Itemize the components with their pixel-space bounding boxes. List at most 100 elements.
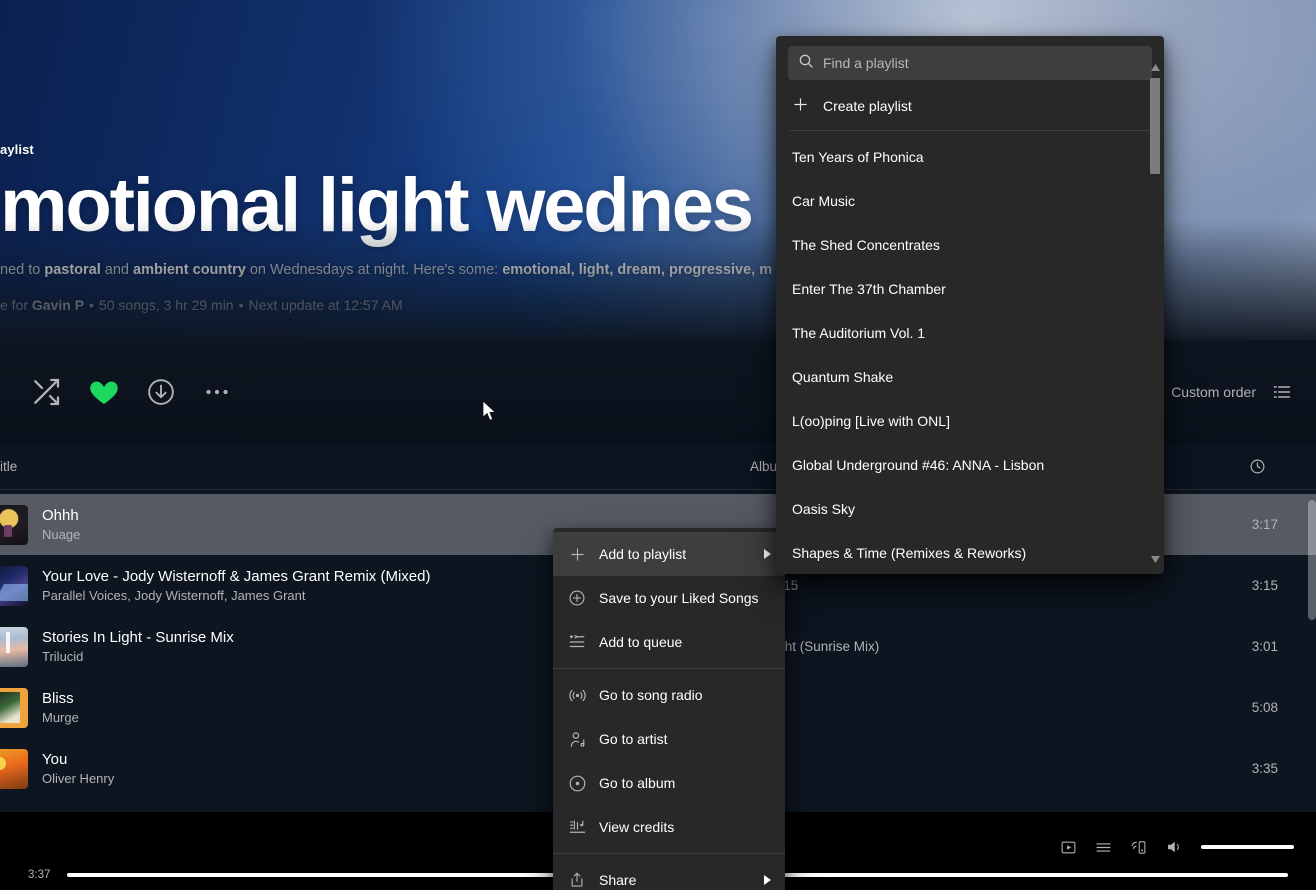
playlist-name: Oasis Sky <box>792 501 855 517</box>
list-item[interactable]: Car Music <box>776 179 1164 223</box>
playlist-owner[interactable]: Gavin P <box>32 297 84 313</box>
playlist-search-box[interactable] <box>788 46 1152 80</box>
credits-icon <box>567 817 587 837</box>
search-input[interactable] <box>823 55 1142 71</box>
track-duration: 3:15 <box>1172 578 1282 593</box>
desc-part-1: ned to <box>0 262 44 278</box>
meta-prefix: e for <box>0 297 32 313</box>
list-item[interactable]: Quantum Shake <box>776 355 1164 399</box>
track-duration: 3:01 <box>1172 639 1282 654</box>
volume-icon[interactable] <box>1165 838 1183 856</box>
list-item[interactable]: Enter The 37th Chamber <box>776 267 1164 311</box>
playlist-name: Car Music <box>792 193 855 209</box>
search-icon <box>798 53 814 74</box>
submenu-scrollbar[interactable] <box>1149 74 1161 552</box>
column-header-duration[interactable] <box>1170 458 1282 475</box>
album-art <box>0 566 28 606</box>
menu-item-save-to-liked-songs[interactable]: Save to your Liked Songs <box>553 576 785 620</box>
radio-icon <box>567 685 587 705</box>
album-icon <box>567 773 587 793</box>
list-item[interactable]: Ten Years of Phonica <box>776 135 1164 179</box>
menu-item-go-to-song-radio[interactable]: Go to song radio <box>553 673 785 717</box>
menu-item-label: View credits <box>599 819 773 835</box>
menu-item-view-credits[interactable]: View credits <box>553 805 785 849</box>
list-item[interactable]: Shapes & Time (Remixes & Reworks) <box>776 531 1164 574</box>
menu-item-label: Save to your Liked Songs <box>599 590 773 606</box>
menu-item-label: Go to album <box>599 775 773 791</box>
meta-sep-2: • <box>234 297 249 313</box>
playlist-results-list: Ten Years of Phonica Car Music The Shed … <box>776 131 1164 574</box>
desc-bold-2: ambient country <box>133 262 246 278</box>
more-options-button[interactable] <box>202 377 232 407</box>
album-art <box>0 688 28 728</box>
list-item[interactable]: Global Underground #46: ANNA - Lisbon <box>776 443 1164 487</box>
scrollbar-thumb[interactable] <box>1150 78 1160 174</box>
track-duration: 5:08 <box>1172 700 1282 715</box>
menu-item-label: Go to song radio <box>599 687 773 703</box>
playlist-name: The Shed Concentrates <box>792 237 940 253</box>
list-item[interactable]: L(oo)ping [Live with ONL] <box>776 399 1164 443</box>
download-button[interactable] <box>146 377 176 407</box>
desc-bold-1: pastoral <box>44 262 100 278</box>
track-duration: 3:35 <box>1172 761 1282 776</box>
menu-item-go-to-artist[interactable]: Go to artist <box>553 717 785 761</box>
menu-item-go-to-album[interactable]: Go to album <box>553 761 785 805</box>
create-playlist-label: Create playlist <box>823 98 912 114</box>
add-to-queue-icon <box>567 632 587 652</box>
add-to-playlist-submenu: Create playlist Ten Years of Phonica Car… <box>776 36 1164 574</box>
album-art <box>0 627 28 667</box>
desc-tags: emotional, light, dream, progressive, m <box>502 262 772 278</box>
playlist-search-wrapper <box>776 36 1164 84</box>
track-context-menu: Add to playlist Save to your Liked Songs… <box>553 528 785 890</box>
track-list-scrollbar[interactable] <box>1308 500 1316 620</box>
playlist-name: Ten Years of Phonica <box>792 149 924 165</box>
album-art <box>0 749 28 789</box>
meta-sep-1: • <box>84 297 99 313</box>
volume-fill <box>1201 845 1294 849</box>
chevron-right-icon <box>761 874 773 886</box>
list-view-button[interactable] <box>1272 382 1292 402</box>
playlist-song-count: 50 songs, 3 hr 29 min <box>99 297 234 313</box>
album-art <box>0 505 28 545</box>
playlist-name: Quantum Shake <box>792 369 893 385</box>
menu-item-share[interactable]: Share <box>553 858 785 890</box>
plus-circle-icon <box>567 588 587 608</box>
playlist-next-update: Next update at 12:57 AM <box>249 297 403 313</box>
playlist-name: The Auditorium Vol. 1 <box>792 325 925 341</box>
list-item[interactable]: The Auditorium Vol. 1 <box>776 311 1164 355</box>
column-header-title[interactable]: itle <box>0 459 750 474</box>
sort-order-label[interactable]: Custom order <box>1171 384 1256 400</box>
menu-item-add-to-playlist[interactable]: Add to playlist <box>553 532 785 576</box>
volume-slider[interactable] <box>1201 845 1294 849</box>
menu-divider <box>553 853 785 854</box>
scroll-up-arrow-icon[interactable] <box>1149 62 1161 72</box>
shuffle-button[interactable] <box>30 376 62 408</box>
like-button[interactable] <box>88 376 120 408</box>
scroll-down-arrow-icon[interactable] <box>1149 554 1161 564</box>
player-right-controls <box>1060 838 1294 856</box>
menu-item-add-to-queue[interactable]: Add to queue <box>553 620 785 664</box>
artist-icon <box>567 729 587 749</box>
create-playlist-button[interactable]: Create playlist <box>776 84 1164 128</box>
playlist-name: Enter The 37th Chamber <box>792 281 946 297</box>
plus-icon <box>792 96 809 116</box>
share-icon <box>567 870 587 890</box>
list-item[interactable]: Oasis Sky <box>776 487 1164 531</box>
menu-item-label: Add to queue <box>599 634 773 650</box>
spotify-app-window: aylist motional light wednes ned to past… <box>0 0 1316 890</box>
menu-divider <box>553 668 785 669</box>
connect-to-device-button[interactable] <box>1130 839 1147 856</box>
desc-part-3: on Wednesdays at night. Here's some: <box>246 262 502 278</box>
menu-item-label: Add to playlist <box>599 546 761 562</box>
now-playing-view-button[interactable] <box>1060 839 1077 856</box>
list-item[interactable]: The Shed Concentrates <box>776 223 1164 267</box>
track-album[interactable]: r - EP <box>742 761 1112 776</box>
track-title[interactable]: Ohhh <box>42 507 742 524</box>
playlist-name: Global Underground #46: ANNA - Lisbon <box>792 457 1044 473</box>
menu-item-label: Go to artist <box>599 731 773 747</box>
track-duration: 3:17 <box>1172 517 1282 532</box>
track-album[interactable]: adeep 15 <box>742 578 1112 593</box>
track-album[interactable]: s in Light (Sunrise Mix) <box>742 639 1112 654</box>
queue-button[interactable] <box>1095 839 1112 856</box>
plus-icon <box>567 544 587 564</box>
